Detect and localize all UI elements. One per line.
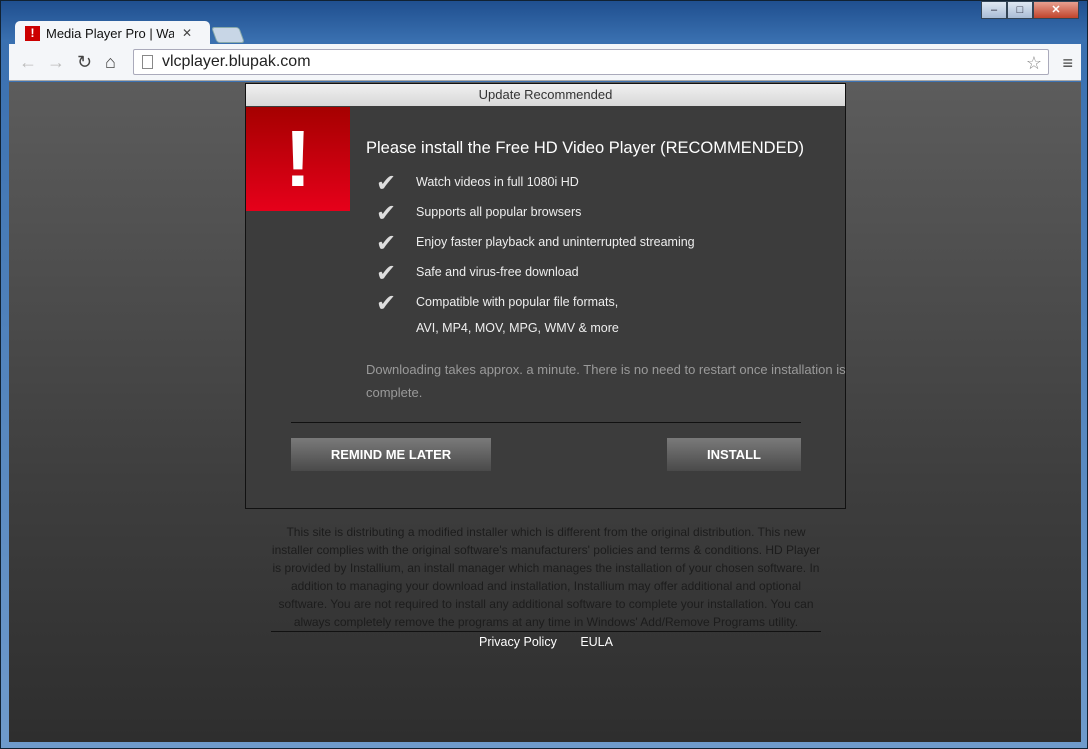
close-tab-icon[interactable]: ✕ <box>182 26 192 40</box>
feature-subtext: AVI, MP4, MOV, MPG, WMV & more <box>416 321 619 335</box>
privacy-policy-link[interactable]: Privacy Policy <box>479 635 557 649</box>
menu-icon[interactable]: ≡ <box>1062 53 1073 74</box>
feature-item: ✔ Supports all popular browsers <box>376 200 582 227</box>
browser-window: – □ ✕ ! Media Player Pro | Watch Movies … <box>0 0 1088 749</box>
download-note: Downloading takes approx. a minute. Ther… <box>366 362 846 400</box>
check-icon: ✔ <box>376 290 397 317</box>
eula-link[interactable]: EULA <box>580 635 613 649</box>
feature-item: ✔ Safe and virus-free download <box>376 260 579 287</box>
forward-icon[interactable]: → <box>47 52 65 73</box>
bookmark-star-icon[interactable]: ☆ <box>1026 51 1042 75</box>
footer-links: Privacy Policy EULA <box>271 635 821 649</box>
install-button[interactable]: INSTALL <box>667 438 801 471</box>
page-content: Update Recommended ! Please install the … <box>9 82 1081 742</box>
remind-me-later-button[interactable]: REMIND ME LATER <box>291 438 491 471</box>
check-icon: ✔ <box>376 260 397 287</box>
new-tab-button[interactable] <box>211 27 245 43</box>
close-window-button[interactable]: ✕ <box>1033 1 1079 19</box>
address-bar[interactable]: vlcplayer.blupak.com ☆ <box>133 49 1049 75</box>
exclamation-icon: ! <box>246 107 350 211</box>
check-icon: ✔ <box>376 230 397 257</box>
footer-divider <box>271 631 821 632</box>
toolbar: ← → ↻ ⌂ vlcplayer.blupak.com ☆ ≡ <box>9 44 1081 81</box>
disclaimer-text: This site is distributing a modified ins… <box>271 525 821 629</box>
feature-item: ✔ Enjoy faster playback and uninterrupted… <box>376 230 695 257</box>
dialog-title: Please install the Free HD Video Player … <box>366 139 804 157</box>
tab-title: Media Player Pro | Watch Movies <box>46 25 174 41</box>
page-icon <box>142 55 153 69</box>
home-icon[interactable]: ⌂ <box>105 52 116 73</box>
check-icon: ✔ <box>376 200 397 227</box>
feature-item: ✔ Compatible with popular file formats, AV… <box>376 290 619 336</box>
window-controls: – □ ✕ <box>981 1 1079 19</box>
url-text: vlcplayer.blupak.com <box>162 53 311 70</box>
warning-favicon-icon: ! <box>25 25 40 41</box>
maximize-button[interactable]: □ <box>1007 1 1033 19</box>
browser-tab[interactable]: ! Media Player Pro | Watch Movies ✕ <box>15 21 210 45</box>
check-icon: ✔ <box>376 170 397 197</box>
back-icon[interactable]: ← <box>19 52 37 73</box>
reload-icon[interactable]: ↻ <box>77 52 92 73</box>
dialog-header: Update Recommended <box>246 84 845 106</box>
divider <box>291 422 801 423</box>
update-dialog: Update Recommended ! Please install the … <box>245 83 846 509</box>
minimize-button[interactable]: – <box>981 1 1007 19</box>
feature-item: ✔ Watch videos in full 1080i HD <box>376 170 579 197</box>
